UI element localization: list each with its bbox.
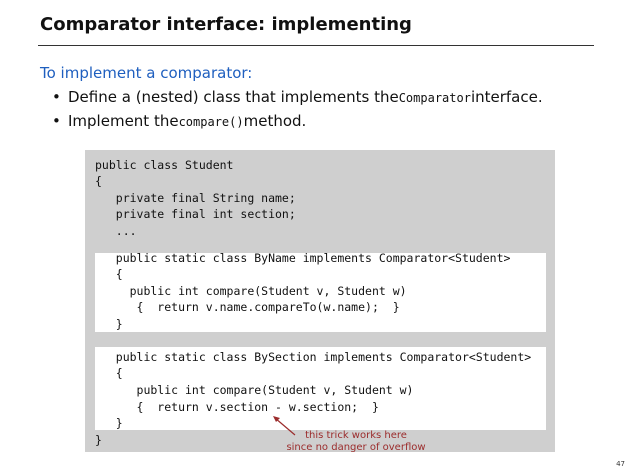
bullet-code: Comparator: [398, 91, 471, 105]
code-line: public static class BySection implements…: [95, 350, 532, 364]
code-line: {: [95, 267, 123, 281]
code-line: public static class ByName implements Co…: [95, 251, 511, 265]
code-line: { return v.section - w.section; }: [95, 400, 379, 414]
bullet-dot-icon: •: [52, 88, 61, 106]
bullet-dot-icon: •: [52, 112, 61, 130]
bullet-list: • Define a (nested) class that implement…: [52, 88, 612, 136]
annotation-note: this trick works here since no danger of…: [236, 430, 476, 454]
code-box: public class Student { private final Str…: [85, 150, 555, 452]
code-line: ...: [95, 224, 137, 238]
code-line: {: [95, 366, 123, 380]
bullet-text: Implement the: [68, 112, 179, 130]
code-line: public class Student: [95, 158, 234, 172]
page-number: 47: [616, 460, 625, 468]
bullet-item-1: • Define a (nested) class that implement…: [52, 88, 612, 112]
annotation-line-1: this trick works here: [305, 430, 407, 441]
annotation-line-2: since no danger of overflow: [286, 442, 426, 453]
code-line: }: [95, 433, 102, 447]
intro-heading: To implement a comparator:: [40, 64, 253, 82]
code-line: private final int section;: [95, 207, 296, 221]
slide-title: Comparator interface: implementing: [40, 14, 412, 35]
bullet-item-2: • Implement the compare() method.: [52, 112, 612, 136]
bullet-text: Define a (nested) class that implements …: [68, 88, 399, 106]
bullet-text: method.: [243, 112, 307, 130]
bullet-text: interface.: [470, 88, 543, 106]
title-rule: [38, 45, 594, 46]
code-line: { return v.name.compareTo(w.name); }: [95, 300, 400, 314]
bullet-code: compare(): [178, 115, 244, 129]
code-line: {: [95, 174, 102, 188]
code-line: public int compare(Student v, Student w): [95, 284, 407, 298]
code-line: }: [95, 317, 123, 331]
code-line: }: [95, 416, 123, 430]
code-line: private final String name;: [95, 191, 296, 205]
code-line: public int compare(Student v, Student w): [95, 383, 414, 397]
